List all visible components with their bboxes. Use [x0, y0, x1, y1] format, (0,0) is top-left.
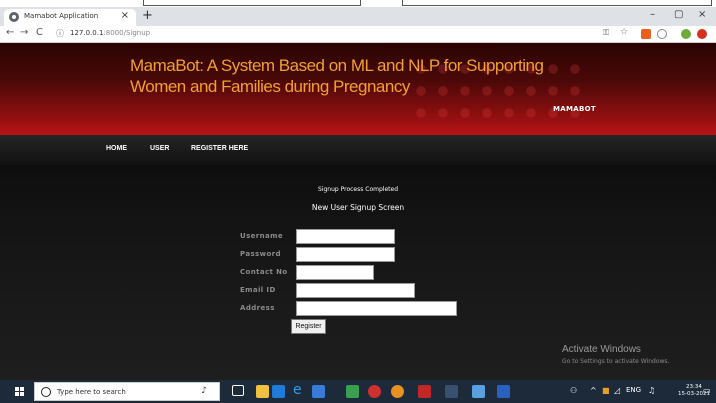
site-header: MamaBot: A System Based on ML and NLP fo… [0, 43, 716, 135]
extension-icon[interactable] [657, 29, 667, 39]
url-host: 127.0.0.1 [70, 29, 104, 37]
username-label: Username [240, 232, 283, 240]
star-icon[interactable]: ☆ [620, 27, 630, 37]
windows-taskbar: Type here to search ♪ e ⚇ ^ ■ ◿ ENG ♫ 23… [0, 380, 716, 403]
contact-input[interactable] [296, 265, 374, 280]
windows-start-icon[interactable] [15, 387, 25, 397]
strip-box [402, 0, 712, 6]
password-label: Password [240, 250, 281, 258]
url-path: :8000/Signup [103, 29, 151, 37]
maximize-button[interactable]: ▢ [674, 9, 683, 20]
email-label: Email ID [240, 286, 276, 294]
network-icon[interactable]: ◿ [614, 386, 620, 395]
notification-icon[interactable]: ▭ [703, 386, 711, 395]
tab-close-icon[interactable]: × [121, 10, 129, 21]
url-text: 127.0.0.1:8000/Signup [70, 29, 150, 37]
menu-item-user[interactable]: USER [150, 145, 169, 152]
language-icon[interactable]: ENG [626, 386, 641, 394]
activate-windows-title: Activate Windows [562, 344, 641, 355]
cortana-icon [41, 387, 51, 397]
form-title: New User Signup Screen [311, 203, 405, 212]
main-menu: HOME USER REGISTER HERE [0, 135, 716, 165]
volume-icon[interactable]: ♫ [648, 386, 655, 395]
app-icon[interactable] [445, 385, 458, 398]
app-icon[interactable] [418, 385, 431, 398]
menu-item-register[interactable]: REGISTER HERE [191, 145, 248, 152]
tab-title: Mamabot Application [24, 12, 99, 20]
profile-icon[interactable] [697, 29, 707, 39]
show-hidden-icon[interactable]: ^ [590, 386, 597, 395]
address-bar: ← → C ⓘ 127.0.0.1:8000/Signup ⚿ ☆ [0, 26, 716, 43]
new-tab-button[interactable]: + [142, 8, 153, 23]
strip-box [143, 0, 361, 6]
reload-button[interactable]: C [36, 27, 43, 38]
info-icon[interactable]: ⓘ [56, 28, 64, 39]
password-input[interactable] [296, 247, 395, 262]
people-icon[interactable]: ⚇ [570, 386, 577, 395]
app-icon[interactable] [312, 385, 325, 398]
key-icon[interactable]: ⚿ [603, 28, 613, 38]
site-title: MamaBot: A System Based on ML and NLP fo… [130, 56, 544, 96]
register-button[interactable]: Register [291, 319, 326, 334]
forward-button[interactable]: → [20, 27, 28, 38]
app-icon[interactable] [368, 385, 381, 398]
extension-icon[interactable] [681, 29, 691, 39]
edge-icon[interactable]: e [293, 382, 306, 398]
app-icon[interactable] [472, 385, 485, 398]
search-placeholder: Type here to search [57, 388, 126, 396]
close-window-button[interactable]: × [698, 9, 706, 20]
url-field[interactable]: ⓘ 127.0.0.1:8000/Signup [52, 28, 602, 41]
main-content: Signup Process Completed New User Signup… [0, 165, 716, 380]
minimize-button[interactable]: – [650, 9, 655, 20]
browser-tab-bar: Mamabot Application × + – ▢ × [0, 7, 716, 26]
back-button[interactable]: ← [6, 27, 14, 38]
extension-icon[interactable] [641, 29, 651, 39]
username-input[interactable] [296, 229, 395, 244]
activate-windows-subtitle: Go to Settings to activate Windows. [562, 358, 670, 365]
contact-label: Contact No [240, 268, 288, 276]
app-icon[interactable] [346, 385, 359, 398]
microphone-icon[interactable]: ♪ [201, 386, 207, 396]
tray-app-icon[interactable]: ■ [602, 386, 610, 395]
store-icon[interactable] [272, 385, 285, 398]
status-message: Signup Process Completed [318, 186, 398, 193]
menu-item-home[interactable]: HOME [106, 145, 127, 152]
file-explorer-icon[interactable] [256, 385, 269, 398]
chrome-favicon-icon [9, 12, 19, 22]
word-icon[interactable] [497, 385, 510, 398]
chrome-icon[interactable] [391, 385, 404, 398]
address-input[interactable] [296, 301, 457, 316]
task-view-icon[interactable] [232, 385, 244, 396]
browser-tab[interactable]: Mamabot Application × [4, 9, 136, 26]
site-tagline: MAMABOT [553, 105, 596, 113]
email-input[interactable] [296, 283, 415, 298]
address-label: Address [240, 304, 275, 312]
top-strip [0, 0, 716, 7]
taskbar-search[interactable]: Type here to search ♪ [34, 382, 220, 401]
